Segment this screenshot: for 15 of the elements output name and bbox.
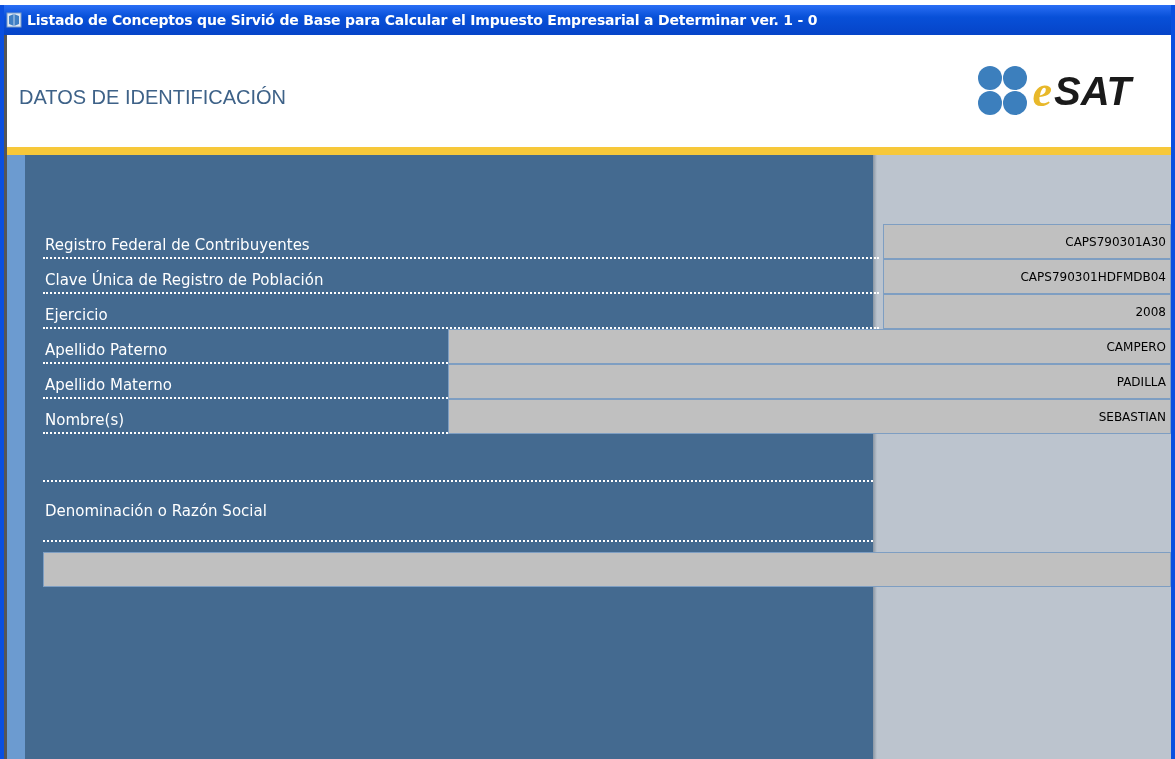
text-field[interactable]: CAMPERO bbox=[448, 329, 1171, 364]
app-icon bbox=[6, 12, 22, 28]
text-field[interactable]: SEBASTIAN bbox=[448, 399, 1171, 434]
window-title: Listado de Conceptos que Sirvió de Base para Calcular el Impuesto Empresarial a Determinar ver. 1 - 0 bbox=[27, 12, 818, 28]
logo-letter: e bbox=[1032, 65, 1052, 117]
field-label: Registro Federal de Contribuyentes bbox=[43, 224, 879, 259]
text-field[interactable]: PADILLA bbox=[448, 364, 1171, 399]
field-label: Clave Única de Registro de Población bbox=[43, 259, 879, 294]
logo-icon bbox=[977, 65, 1030, 117]
section-title: DATOS DE IDENTIFICACIÓN bbox=[19, 85, 287, 109]
field-label: Denominación o Razón Social bbox=[44, 502, 267, 520]
text-field[interactable]: 2008 bbox=[883, 294, 1171, 329]
text-field[interactable]: CAPS790301A30 bbox=[883, 224, 1171, 259]
text-field[interactable] bbox=[43, 552, 1171, 587]
text-field[interactable]: CAPS790301HDFMDB04 bbox=[883, 259, 1171, 294]
